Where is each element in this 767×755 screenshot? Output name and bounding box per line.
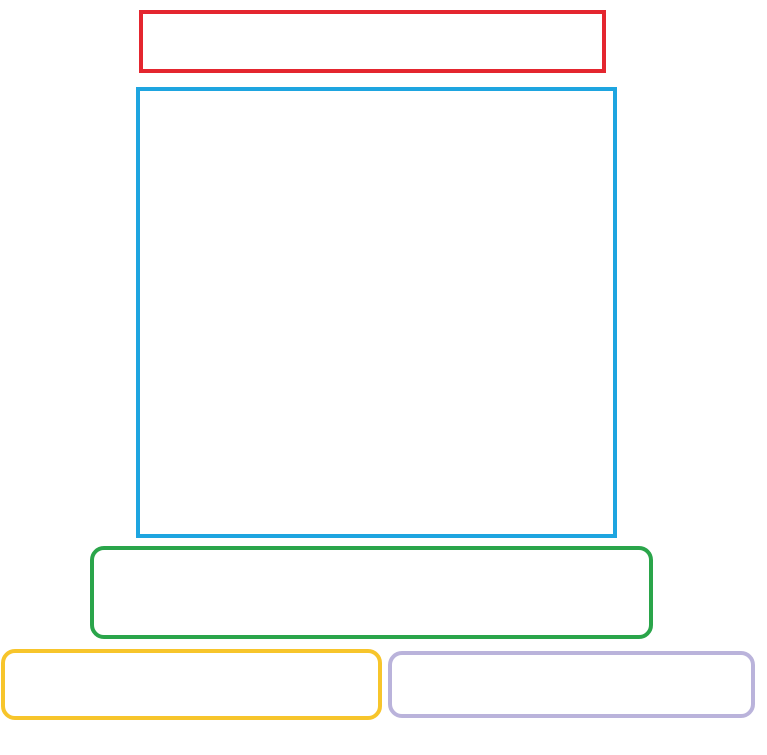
right-button[interactable] bbox=[388, 651, 755, 718]
title-bar bbox=[139, 10, 606, 73]
main-panel bbox=[136, 87, 617, 538]
left-button[interactable] bbox=[1, 649, 382, 720]
center-bar[interactable] bbox=[90, 546, 653, 639]
